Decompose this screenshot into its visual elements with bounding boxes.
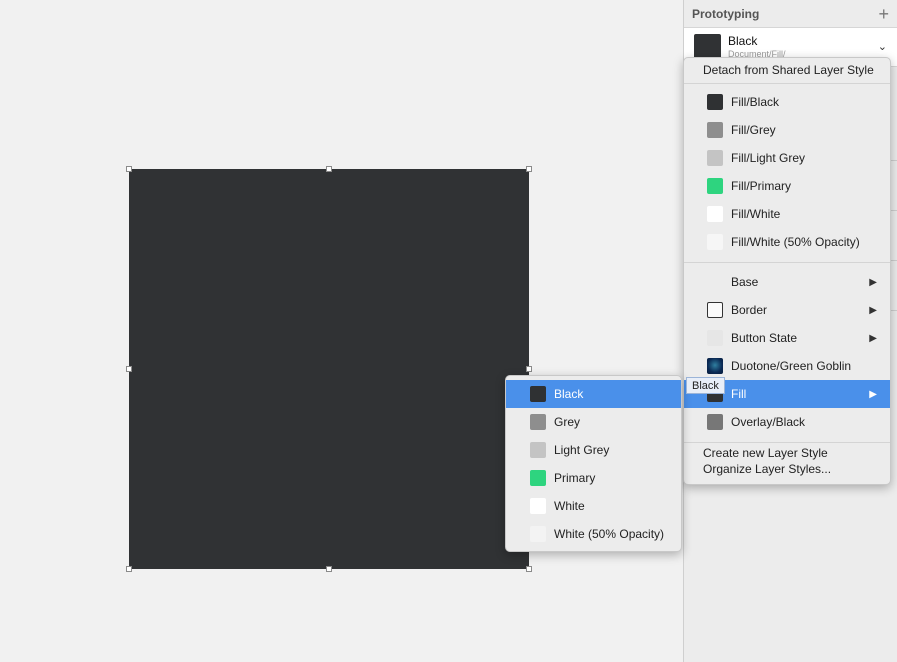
resize-handle-top-center[interactable] xyxy=(326,166,332,172)
chevron-down-icon[interactable]: ⌄ xyxy=(878,40,887,53)
swatch-light-grey-icon xyxy=(530,442,546,458)
fill-submenu: Black Grey Light Grey Primary White Whit… xyxy=(505,375,682,552)
menu-item-organize-styles[interactable]: Organize Layer Styles... xyxy=(684,460,890,478)
layer-style-menu: Detach from Shared Layer Style Fill/Blac… xyxy=(683,57,891,485)
menu-item-button-state[interactable]: Button State ▶ xyxy=(684,324,890,352)
resize-handle-middle-right[interactable] xyxy=(526,366,532,372)
swatch-button-state-icon xyxy=(707,330,723,346)
menu-item-fill-light-grey[interactable]: Fill/Light Grey xyxy=(684,144,890,172)
menu-item-fill-white[interactable]: Fill/White xyxy=(684,200,890,228)
swatch-duotone-icon xyxy=(707,358,723,374)
resize-handle-top-left[interactable] xyxy=(126,166,132,172)
submenu-arrow-icon: ▶ xyxy=(869,276,877,288)
resize-handle-bottom-center[interactable] xyxy=(326,566,332,572)
swatch-black-icon xyxy=(707,94,723,110)
swatch-grey-icon xyxy=(707,122,723,138)
section-title: Prototyping xyxy=(692,6,760,21)
resize-handle-top-right[interactable] xyxy=(526,166,532,172)
resize-handle-bottom-left[interactable] xyxy=(126,566,132,572)
swatch-black-icon xyxy=(530,386,546,402)
menu-item-fill-white-50[interactable]: Fill/White (50% Opacity) xyxy=(684,228,890,256)
swatch-primary-icon xyxy=(707,178,723,194)
menu-item-detach[interactable]: Detach from Shared Layer Style xyxy=(684,56,890,84)
submenu-item-black[interactable]: Black xyxy=(506,380,681,408)
swatch-white-50-icon xyxy=(530,526,546,542)
selected-rectangle-layer[interactable] xyxy=(129,169,529,569)
shared-style-name: Black xyxy=(728,34,758,48)
swatch-white-50-icon xyxy=(707,234,723,250)
swatch-white-icon xyxy=(707,206,723,222)
divider xyxy=(891,260,897,261)
menu-item-duotone-green-goblin[interactable]: Duotone/Green Goblin xyxy=(684,352,890,380)
menu-item-base[interactable]: Base ▶ xyxy=(684,268,890,296)
submenu-item-light-grey[interactable]: Light Grey xyxy=(506,436,681,464)
menu-separator xyxy=(684,262,890,263)
submenu-item-grey[interactable]: Grey xyxy=(506,408,681,436)
submenu-item-white-50[interactable]: White (50% Opacity) xyxy=(506,520,681,548)
menu-separator xyxy=(684,442,890,443)
submenu-arrow-icon: ▶ xyxy=(869,332,877,344)
prototyping-header: Prototyping + xyxy=(684,0,897,28)
swatch-primary-icon xyxy=(530,470,546,486)
resize-handle-bottom-right[interactable] xyxy=(526,566,532,572)
swatch-white-icon xyxy=(530,498,546,514)
menu-separator xyxy=(684,83,890,84)
hover-tooltip: Black xyxy=(686,377,725,394)
menu-item-fill-grey[interactable]: Fill/Grey xyxy=(684,116,890,144)
swatch-light-grey-icon xyxy=(707,150,723,166)
swatch-overlay-icon xyxy=(707,414,723,430)
submenu-item-white[interactable]: White xyxy=(506,492,681,520)
menu-item-overlay-black[interactable]: Overlay/Black xyxy=(684,408,890,436)
canvas[interactable] xyxy=(0,0,683,662)
resize-handle-middle-left[interactable] xyxy=(126,366,132,372)
plus-icon[interactable]: + xyxy=(878,5,889,23)
menu-item-fill-black[interactable]: Fill/Black xyxy=(684,88,890,116)
swatch-grey-icon xyxy=(530,414,546,430)
divider xyxy=(891,210,897,211)
submenu-item-primary[interactable]: Primary xyxy=(506,464,681,492)
submenu-arrow-icon: ▶ xyxy=(869,388,877,400)
divider xyxy=(891,310,897,311)
divider xyxy=(891,160,897,161)
menu-item-border[interactable]: Border ▶ xyxy=(684,296,890,324)
submenu-arrow-icon: ▶ xyxy=(869,304,877,316)
menu-item-fill-primary[interactable]: Fill/Primary xyxy=(684,172,890,200)
swatch-border-icon xyxy=(707,302,723,318)
